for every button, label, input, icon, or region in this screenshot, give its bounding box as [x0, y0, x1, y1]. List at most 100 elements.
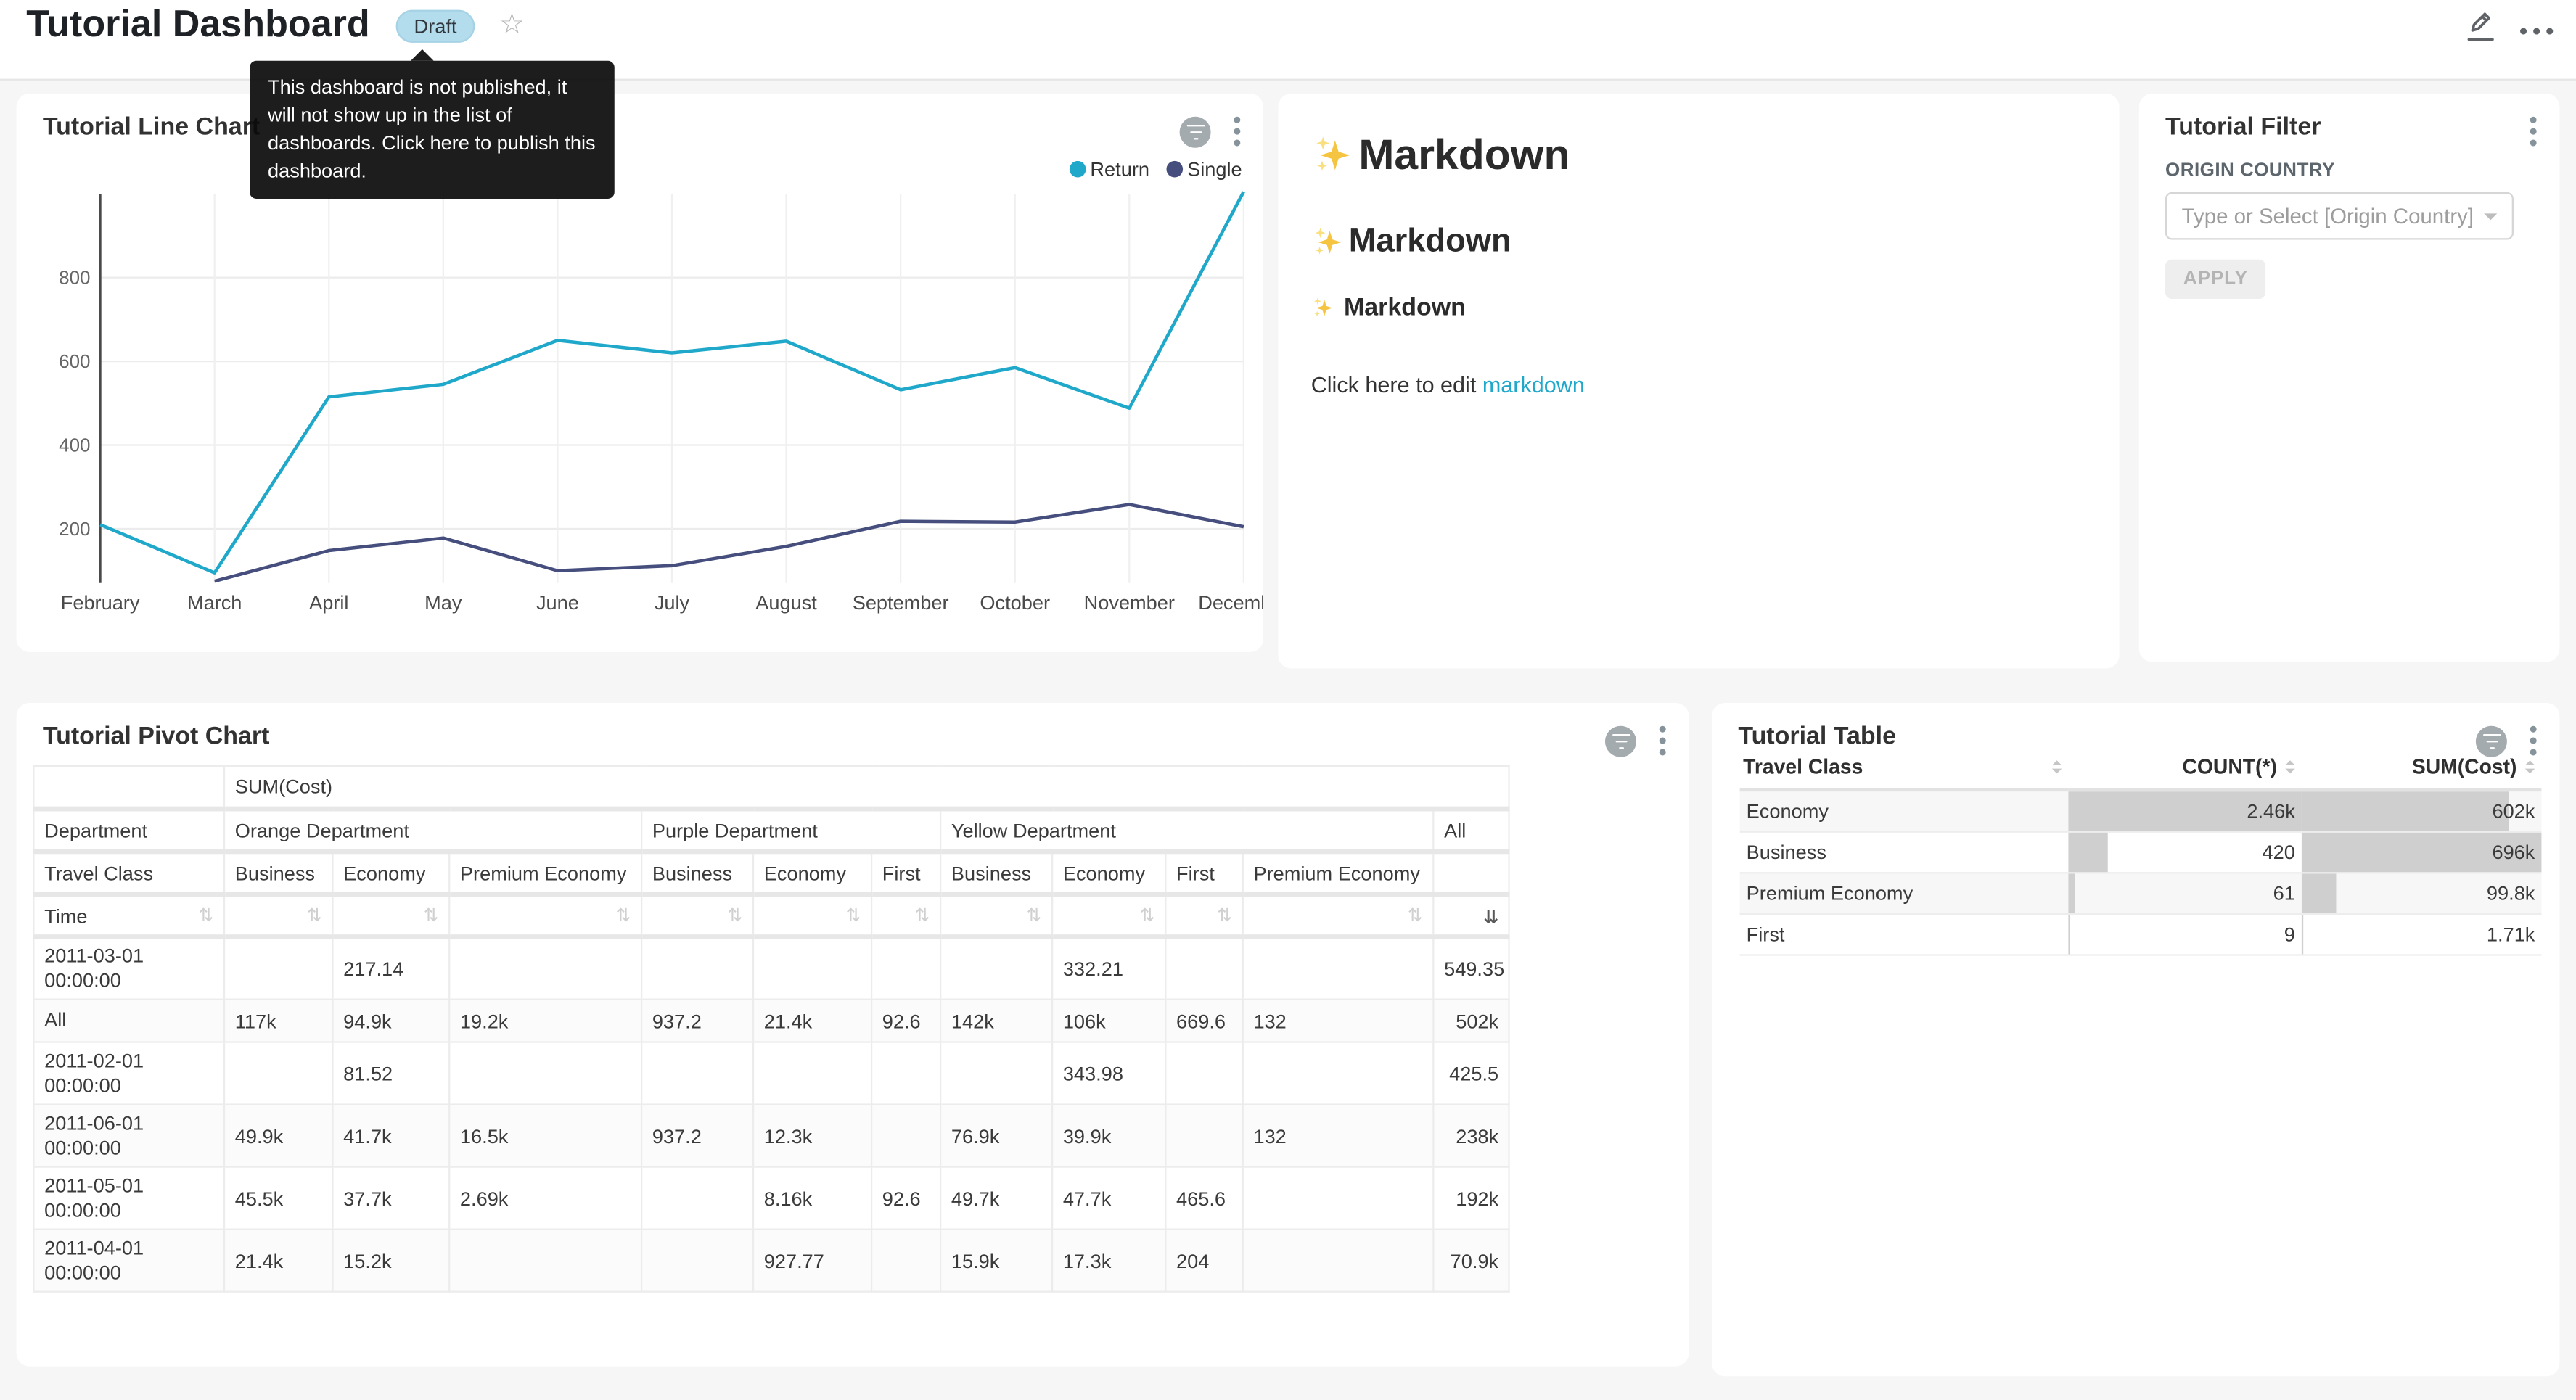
applied-filter-icon[interactable] [2476, 725, 2507, 757]
pivot-value-cell: 937.2 [641, 1000, 753, 1042]
table-title: Tutorial Table [1738, 722, 1896, 750]
sort-cell[interactable]: ⇅ [940, 894, 1052, 937]
sort-cell-all[interactable]: ⇊ [1433, 894, 1509, 937]
table-row: Time⇅⇅⇅⇅⇅⇅⇅⇅⇅⇅⇅⇊ [33, 894, 1509, 937]
column-header-sum-cost[interactable]: SUM(Cost) [2302, 755, 2542, 790]
sort-icon[interactable] [2052, 760, 2062, 773]
markdown-card: Markdown Markdown Markdown Click here to… [1278, 94, 2119, 668]
edit-dashboard-button[interactable] [2468, 10, 2494, 41]
pivot-value-cell [449, 1042, 641, 1105]
sort-cell[interactable]: ⇅ [753, 894, 871, 937]
pivot-value-cell: 39.9k [1052, 1105, 1165, 1167]
column-header-count[interactable]: COUNT(*) [2068, 755, 2301, 790]
sort-icon[interactable]: ⇅ [1027, 905, 1042, 926]
table-row[interactable]: Economy2.46k602k [1740, 790, 2542, 832]
time-row-label[interactable]: Time⇅ [33, 894, 224, 937]
table-row: 2011-02-01 00:00:0081.52343.98425.5 [33, 1042, 1509, 1105]
all-column-header: All [1433, 809, 1509, 852]
sort-icon[interactable]: ⇅ [1217, 905, 1232, 926]
more-options-button[interactable] [2520, 17, 2553, 34]
sort-icon[interactable]: ⇅ [727, 905, 742, 926]
favorite-star-icon[interactable]: ☆ [499, 8, 525, 41]
applied-filter-icon[interactable] [1605, 725, 1636, 757]
filter-menu-icon[interactable] [2527, 115, 2540, 147]
table-row[interactable]: Premium Economy6199.8k [1740, 873, 2542, 914]
pivot-value-cell: 81.52 [332, 1042, 449, 1105]
table-menu-icon[interactable] [2527, 724, 2540, 757]
sort-icon[interactable] [2525, 760, 2535, 773]
pivot-value-cell [753, 1042, 871, 1105]
table-row[interactable]: First91.71k [1740, 914, 2542, 955]
sort-icon[interactable]: ⇅ [307, 905, 322, 926]
sort-cell[interactable]: ⇅ [1052, 894, 1165, 937]
pivot-value-cell: 2.69k [449, 1167, 641, 1230]
table-row: All117k94.9k19.2k937.221.4k92.6142k106k6… [33, 1000, 1509, 1042]
sort-cell[interactable]: ⇅ [224, 894, 332, 937]
sort-icon[interactable]: ⇊ [1483, 907, 1498, 927]
table-row: Travel ClassBusinessEconomyPremium Econo… [33, 852, 1509, 894]
pivot-value-cell [1243, 1230, 1434, 1292]
markdown-link[interactable]: markdown [1482, 373, 1585, 398]
sort-icon[interactable]: ⇅ [1408, 905, 1423, 926]
pivot-value-cell: 927.77 [753, 1230, 871, 1292]
table-card: Tutorial Table Travel Class COUNT(*) SUM… [1712, 703, 2559, 1376]
sort-cell[interactable]: ⇅ [1165, 894, 1242, 937]
pivot-row-label: 2011-05-01 00:00:00 [33, 1167, 224, 1230]
pivot-value-cell: 37.7k [332, 1167, 449, 1230]
pivot-value-cell: 425.5 [1433, 1042, 1509, 1105]
pivot-value-cell: 343.98 [1052, 1042, 1165, 1105]
filter-card: Tutorial Filter ORIGIN COUNTRY Type or S… [2139, 94, 2560, 662]
travel-class-header-cell: Premium Economy [1243, 852, 1434, 894]
sort-cell[interactable]: ⇅ [332, 894, 449, 937]
travel-class-cell: Economy [1740, 790, 2069, 832]
apply-button[interactable]: APPLY [2165, 260, 2266, 299]
travel-class-header-cell: Economy [753, 852, 871, 894]
sort-cell[interactable]: ⇅ [641, 894, 753, 937]
sort-icon[interactable]: ⇅ [1140, 905, 1155, 926]
unpublished-tooltip: This dashboard is not published, it will… [250, 61, 615, 199]
pivot-row-label: All [33, 1000, 224, 1042]
pivot-value-cell [1243, 1042, 1434, 1105]
x-axis-label: June [536, 591, 579, 614]
markdown-h3: Markdown [1311, 294, 2087, 321]
pivot-value-cell [449, 937, 641, 1000]
sort-icon[interactable]: ⇅ [915, 905, 930, 926]
pivot-value-cell: 8.16k [753, 1167, 871, 1230]
sort-cell[interactable]: ⇅ [871, 894, 940, 937]
pivot-value-cell: 94.9k [332, 1000, 449, 1042]
sort-icon[interactable]: ⇅ [616, 905, 631, 926]
pivot-title: Tutorial Pivot Chart [43, 722, 270, 750]
metric-header-cell: SUM(Cost) [224, 766, 1509, 809]
line-chart-card: Tutorial Line Chart Return Single 200400… [17, 94, 1263, 652]
pivot-value-cell [641, 1167, 753, 1230]
sort-icon[interactable] [2285, 760, 2295, 773]
sort-cell[interactable]: ⇅ [449, 894, 641, 937]
pivot-value-cell: 117k [224, 1000, 332, 1042]
pivot-value-cell: 16.5k [449, 1105, 641, 1167]
department-row-label: Department [33, 809, 224, 852]
origin-country-select[interactable]: Type or Select [Origin Country] [2165, 192, 2514, 240]
sort-icon[interactable]: ⇅ [424, 905, 439, 926]
sort-cell[interactable]: ⇅ [1243, 894, 1434, 937]
pivot-value-cell: 669.6 [1165, 1000, 1242, 1042]
markdown-h1: Markdown [1311, 130, 2087, 181]
filter-title: Tutorial Filter [2165, 113, 2321, 141]
sum-cost-cell: 1.71k [2302, 914, 2542, 955]
pivot-value-cell: 204 [1165, 1230, 1242, 1292]
sum-cost-cell: 602k [2302, 790, 2542, 832]
pivot-value-cell: 549.35 [1433, 937, 1509, 1000]
pivot-menu-icon[interactable] [1656, 724, 1669, 757]
sort-icon[interactable]: ⇅ [198, 905, 213, 926]
pivot-value-cell: 45.5k [224, 1167, 332, 1230]
sort-icon[interactable]: ⇅ [845, 905, 861, 926]
draft-badge[interactable]: Draft [396, 10, 475, 43]
line-chart[interactable]: 200400600800FebruaryMarchAprilMayJuneJul… [17, 94, 1263, 652]
table-row: 2011-06-01 00:00:0049.9k41.7k16.5k937.21… [33, 1105, 1509, 1167]
pivot-table: SUM(Cost)DepartmentOrange DepartmentPurp… [33, 765, 1510, 1293]
series-line-single[interactable] [215, 505, 1244, 582]
pivot-value-cell: 132 [1243, 1000, 1434, 1042]
column-header-travel-class[interactable]: Travel Class [1740, 755, 2069, 790]
select-placeholder: Type or Select [Origin Country] [2182, 204, 2474, 228]
table-row[interactable]: Business420696k [1740, 832, 2542, 873]
sum-cost-cell: 696k [2302, 832, 2542, 873]
